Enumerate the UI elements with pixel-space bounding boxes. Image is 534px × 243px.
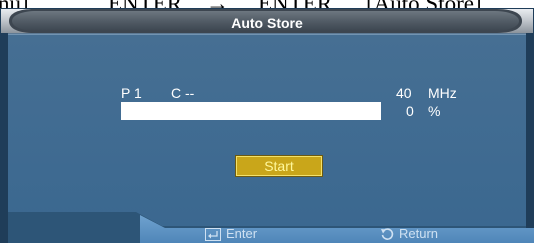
return-label: Return (399, 226, 439, 241)
progress-bar (121, 102, 381, 120)
progress-value: 0 (406, 103, 414, 119)
enter-label: Enter (226, 226, 258, 241)
return-action[interactable]: Return (380, 225, 438, 243)
frequency-value: 40 (396, 85, 412, 101)
start-button[interactable]: Start (236, 156, 322, 176)
progress-unit: % (428, 103, 441, 119)
enter-action[interactable]: Enter (205, 225, 257, 243)
return-icon (381, 228, 394, 240)
channel-label: C -- (171, 85, 195, 101)
enter-icon (205, 228, 221, 241)
frequency-unit: MHz (428, 85, 457, 101)
osd-dialog-frame (0, 8, 534, 243)
program-label: P 1 (121, 85, 142, 101)
screenshot-stage: nu] ENTER → ENTER [Auto Store] (0, 0, 534, 243)
dialog-title: Auto Store (231, 15, 303, 31)
dialog-panel (8, 34, 526, 227)
